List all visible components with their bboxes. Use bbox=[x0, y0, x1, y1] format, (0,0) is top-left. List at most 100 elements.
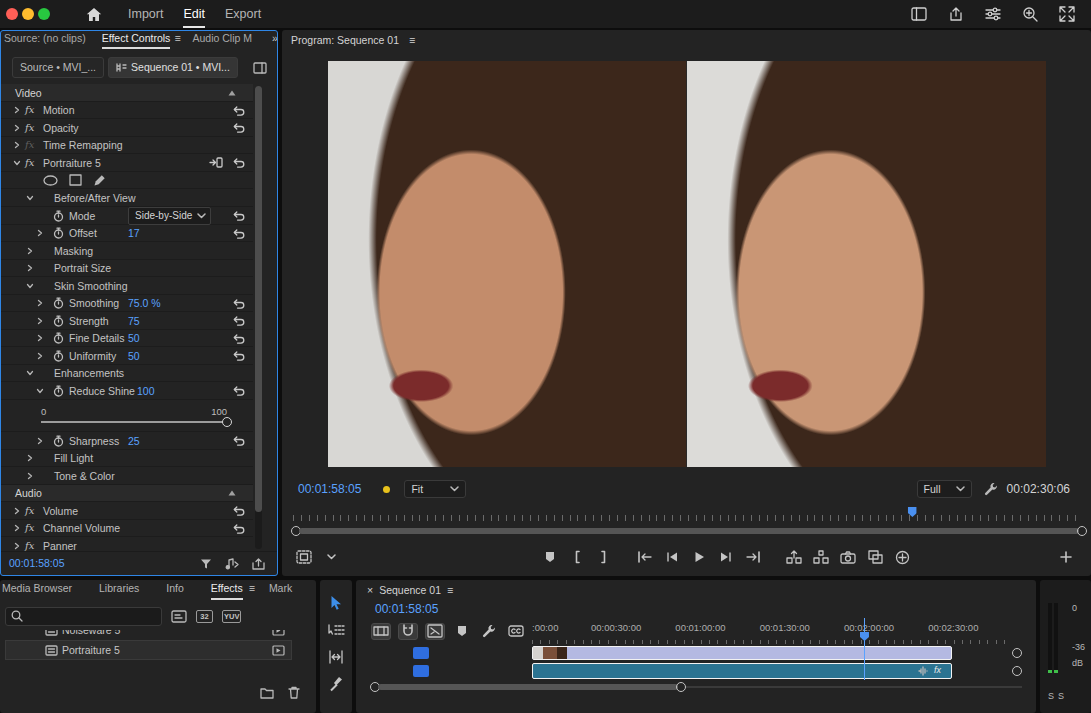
expand-icon[interactable] bbox=[24, 470, 36, 482]
expand-icon[interactable] bbox=[34, 315, 46, 327]
param-value[interactable]: 100 bbox=[135, 383, 231, 399]
expand-icon[interactable] bbox=[24, 367, 36, 379]
panel-tab[interactable]: Info bbox=[166, 580, 184, 600]
monitor-ruler[interactable] bbox=[293, 503, 1083, 521]
fx-badge[interactable]: fx bbox=[25, 520, 39, 536]
param-value[interactable]: 50 bbox=[126, 348, 231, 364]
settings-icon[interactable] bbox=[983, 482, 999, 496]
expand-icon[interactable] bbox=[11, 540, 23, 551]
expand-icon[interactable] bbox=[11, 522, 23, 534]
expand-icon[interactable] bbox=[34, 297, 46, 309]
play-icon[interactable] bbox=[688, 547, 710, 567]
track-zoom-handle[interactable] bbox=[1012, 648, 1022, 658]
expand-icon[interactable] bbox=[34, 332, 46, 344]
expand-icon[interactable] bbox=[11, 157, 23, 169]
monitor-menu-button[interactable]: ≡ bbox=[409, 34, 415, 47]
mark-in-icon[interactable] bbox=[566, 547, 588, 567]
selection-tool-icon[interactable] bbox=[325, 594, 347, 612]
param-value[interactable]: 75 bbox=[126, 313, 231, 329]
add-button-icon[interactable] bbox=[1055, 547, 1077, 567]
stopwatch-icon[interactable] bbox=[52, 350, 64, 362]
scrollbar[interactable] bbox=[255, 86, 262, 549]
stopwatch-icon[interactable] bbox=[52, 332, 64, 344]
menu-item[interactable]: Edit bbox=[183, 1, 205, 28]
collapse-icon[interactable] bbox=[227, 490, 237, 496]
stopwatch-icon[interactable] bbox=[52, 315, 64, 327]
effect-row[interactable]: fxPanner bbox=[1, 537, 253, 551]
param-value[interactable]: 25 bbox=[126, 433, 231, 449]
timeline-timecode[interactable]: 00:01:58:05 bbox=[356, 600, 532, 618]
stopwatch-icon[interactable] bbox=[52, 227, 64, 239]
playhead[interactable] bbox=[864, 618, 865, 680]
panel-tab[interactable]: Libraries bbox=[99, 580, 139, 600]
timeline-title[interactable]: Sequence 01 bbox=[379, 584, 441, 597]
reset-icon[interactable] bbox=[231, 122, 245, 133]
audio-icon[interactable] bbox=[225, 558, 239, 570]
reset-icon[interactable] bbox=[231, 333, 245, 344]
ripple-tool-icon[interactable] bbox=[325, 648, 347, 666]
scroll-thumb[interactable] bbox=[370, 682, 686, 692]
playhead-timecode[interactable]: 00:01:58:05 bbox=[298, 482, 361, 496]
timeline-menu-button[interactable]: ≡ bbox=[447, 584, 453, 597]
expand-icon[interactable] bbox=[24, 245, 36, 257]
more-panels-button[interactable]: » bbox=[268, 31, 277, 49]
step-back-icon[interactable] bbox=[661, 547, 683, 567]
close-button[interactable] bbox=[6, 8, 18, 20]
export-frame-icon[interactable] bbox=[837, 547, 859, 567]
menu-item[interactable]: Export bbox=[225, 1, 261, 28]
fullscreen-icon[interactable] bbox=[1057, 6, 1077, 22]
timeline-scrollbar[interactable] bbox=[356, 680, 1036, 694]
reset-icon[interactable] bbox=[231, 157, 245, 168]
effect-row[interactable]: fxChannel Volume bbox=[1, 520, 253, 538]
settings-icon[interactable] bbox=[479, 623, 499, 640]
track-target[interactable] bbox=[413, 647, 429, 659]
reset-icon[interactable] bbox=[231, 505, 245, 516]
param-value[interactable]: 17 bbox=[126, 225, 231, 241]
scroll-handle[interactable] bbox=[676, 682, 686, 692]
slider-track[interactable] bbox=[41, 421, 227, 423]
expand-icon[interactable] bbox=[24, 192, 36, 204]
clip-tab[interactable]: Source • MVI_... bbox=[12, 57, 104, 78]
group-row[interactable]: Enhancements bbox=[1, 365, 253, 383]
filter-badge[interactable]: 32 bbox=[196, 610, 213, 623]
new-bin-icon[interactable] bbox=[260, 686, 274, 699]
panel-tab[interactable]: Mark bbox=[269, 580, 292, 600]
expand-icon[interactable] bbox=[34, 385, 46, 397]
search-input[interactable] bbox=[27, 610, 156, 623]
panel-menu-button[interactable]: ≡ bbox=[174, 31, 180, 49]
fx-badge[interactable]: fx bbox=[25, 102, 39, 118]
expand-icon[interactable] bbox=[11, 139, 23, 151]
panel-menu-button[interactable]: ≡ bbox=[249, 580, 255, 600]
scroll-track[interactable] bbox=[299, 528, 1079, 534]
expand-icon[interactable] bbox=[24, 452, 36, 464]
reset-icon[interactable] bbox=[231, 105, 245, 116]
mark-out-icon[interactable] bbox=[593, 547, 615, 567]
effect-panel-icon[interactable] bbox=[209, 157, 223, 168]
scroll-bar[interactable] bbox=[378, 684, 678, 690]
proxy-icon[interactable] bbox=[891, 547, 913, 567]
stopwatch-icon[interactable] bbox=[52, 297, 64, 309]
zoom-dropdown[interactable]: Fit bbox=[404, 480, 466, 498]
export-icon[interactable] bbox=[252, 558, 265, 570]
panels-icon[interactable] bbox=[909, 6, 929, 22]
search-icon[interactable] bbox=[1020, 6, 1040, 22]
fx-badge[interactable]: fx bbox=[25, 137, 39, 153]
more-options-icon[interactable] bbox=[320, 547, 342, 567]
expand-icon[interactable] bbox=[11, 505, 23, 517]
monitor-title[interactable]: Program: Sequence 01 bbox=[291, 34, 399, 47]
linked-icon[interactable] bbox=[425, 623, 445, 640]
zoom-button[interactable] bbox=[38, 8, 50, 20]
video-clip[interactable] bbox=[532, 646, 952, 660]
filter-badge[interactable]: YUV bbox=[222, 610, 241, 623]
reset-icon[interactable] bbox=[231, 298, 245, 309]
delete-icon[interactable] bbox=[288, 686, 300, 699]
param-value[interactable]: 50 bbox=[126, 330, 231, 346]
track-zoom-handle[interactable] bbox=[1012, 666, 1022, 676]
audio-clip[interactable]: fx bbox=[532, 663, 952, 679]
go-to-out-icon[interactable] bbox=[742, 547, 764, 567]
expand-icon[interactable] bbox=[11, 104, 23, 116]
mode-dropdown[interactable]: Side-by-Side bbox=[128, 207, 211, 225]
clip-tab[interactable]: Sequence 01 • MVI... bbox=[108, 57, 238, 78]
param-value[interactable]: 75.0 % bbox=[126, 295, 231, 311]
panel-tab[interactable]: Audio Clip M bbox=[193, 31, 253, 49]
